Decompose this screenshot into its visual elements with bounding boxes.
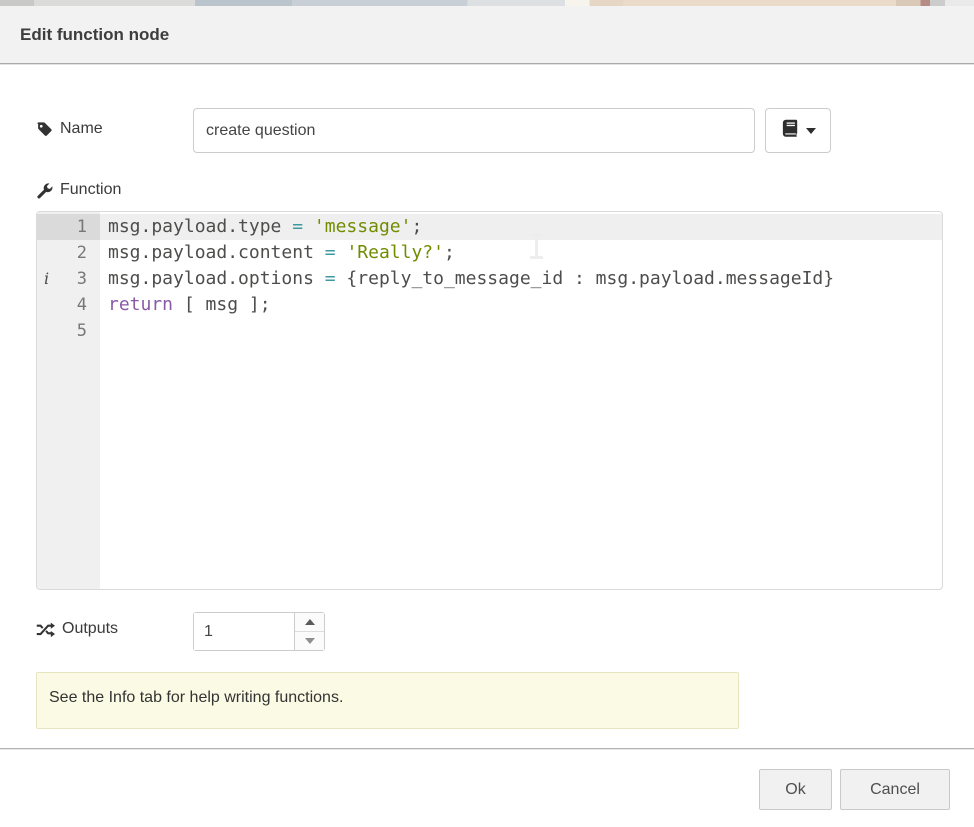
code-token-plain bbox=[336, 242, 347, 263]
outputs-input[interactable] bbox=[194, 613, 294, 650]
dialog-header: Edit function node bbox=[0, 6, 974, 64]
gutter-line-number: 1 bbox=[37, 214, 100, 240]
outputs-spinner bbox=[193, 612, 325, 651]
gutter-line-number: 5 bbox=[37, 318, 100, 344]
code-token-keyword: return bbox=[108, 294, 173, 315]
code-token-string: 'message' bbox=[314, 216, 412, 237]
tag-icon bbox=[36, 121, 53, 138]
spinner-down-button[interactable] bbox=[295, 632, 324, 650]
dialog-title: Edit function node bbox=[20, 6, 169, 64]
code-token-plain bbox=[303, 216, 314, 237]
wrench-icon bbox=[36, 182, 53, 199]
code-line[interactable]: return [ msg ]; bbox=[37, 292, 942, 318]
code-token-plain: msg.payload.type bbox=[108, 216, 292, 237]
info-annotation-icon: i bbox=[44, 266, 49, 292]
code-token-plain: ; bbox=[411, 216, 422, 237]
name-label-text: Name bbox=[60, 120, 103, 138]
code-line[interactable]: msg.payload.type = 'message'; bbox=[37, 214, 942, 240]
code-editor-gutter: 123i45 bbox=[37, 212, 100, 589]
code-token-plain: msg.payload.content bbox=[108, 242, 325, 263]
gutter-line-number: 3i bbox=[37, 266, 100, 292]
form-tip-text: See the Info tab for help writing functi… bbox=[49, 689, 343, 706]
footer-divider bbox=[0, 748, 974, 749]
chevron-down-icon bbox=[806, 128, 816, 134]
code-line[interactable]: msg.payload.content = 'Really?'; bbox=[37, 240, 942, 266]
code-token-operator: = bbox=[325, 268, 336, 289]
arrow-up-icon bbox=[305, 619, 315, 625]
outputs-label-text: Outputs bbox=[62, 620, 118, 638]
code-token-string: 'Really?' bbox=[346, 242, 444, 263]
form-tip: See the Info tab for help writing functi… bbox=[36, 672, 739, 729]
ok-button[interactable]: Ok bbox=[759, 769, 832, 810]
code-token-plain: [ msg ]; bbox=[173, 294, 271, 315]
cancel-button[interactable]: Cancel bbox=[840, 769, 950, 810]
outputs-label: Outputs bbox=[36, 620, 118, 638]
name-input[interactable] bbox=[193, 108, 755, 153]
code-line[interactable]: msg.payload.options = {reply_to_message_… bbox=[37, 266, 942, 292]
code-line[interactable] bbox=[37, 318, 942, 344]
code-editor[interactable]: msg.payload.type = 'message';msg.payload… bbox=[36, 211, 943, 590]
code-token-operator: = bbox=[292, 216, 303, 237]
gutter-line-number: 2 bbox=[37, 240, 100, 266]
function-label: Function bbox=[36, 181, 121, 199]
code-token-operator: = bbox=[325, 242, 336, 263]
code-token-plain: {reply_to_message_id : msg.payload.messa… bbox=[336, 268, 835, 289]
book-icon bbox=[781, 119, 799, 142]
name-label: Name bbox=[36, 120, 103, 138]
library-dropdown-button[interactable] bbox=[765, 108, 831, 153]
shuffle-icon bbox=[36, 621, 55, 638]
code-token-plain: ; bbox=[444, 242, 455, 263]
gutter-line-number: 4 bbox=[37, 292, 100, 318]
arrow-down-icon bbox=[305, 638, 315, 644]
code-token-plain: msg.payload.options bbox=[108, 268, 325, 289]
function-label-text: Function bbox=[60, 181, 121, 199]
spinner-up-button[interactable] bbox=[295, 613, 324, 632]
spinner-buttons bbox=[294, 613, 324, 650]
code-editor-lines: msg.payload.type = 'message';msg.payload… bbox=[37, 212, 942, 589]
